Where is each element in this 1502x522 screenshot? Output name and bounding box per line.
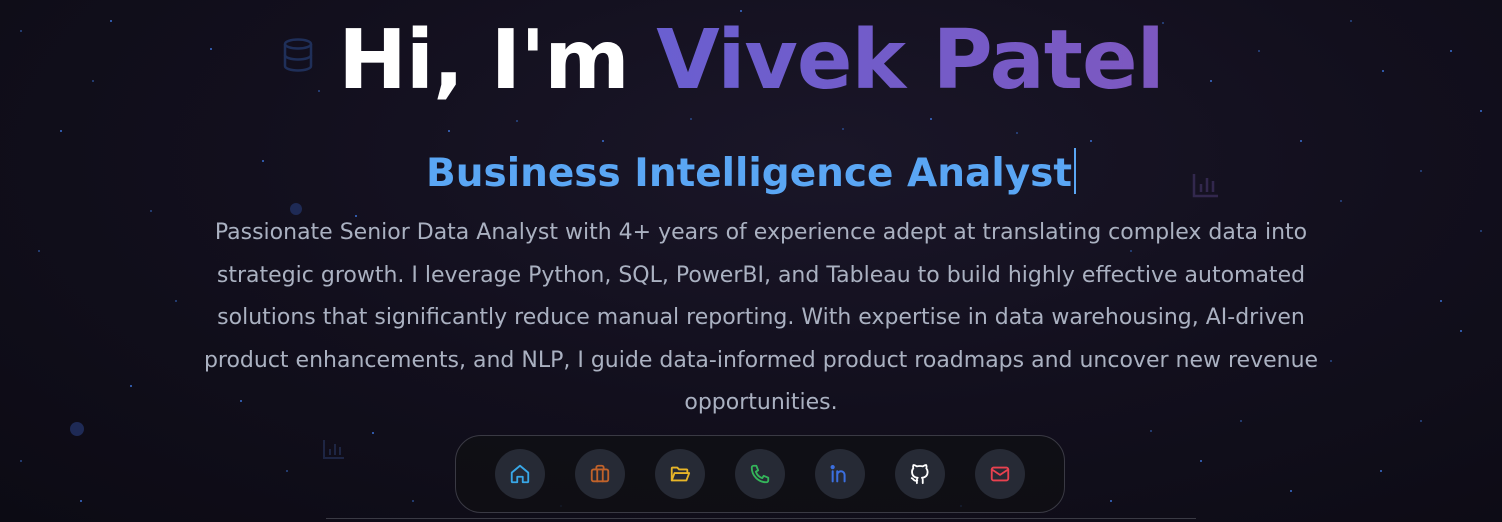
folder-open-icon [670, 466, 691, 482]
linkedin-icon [830, 465, 846, 483]
bar-chart-icon [323, 440, 344, 459]
home-button[interactable] [495, 449, 545, 499]
section-divider [326, 518, 1196, 519]
role-text: Business Intelligence Analyst [426, 151, 1072, 196]
greeting-text: Hi, I'm [338, 13, 657, 108]
github-icon [910, 464, 929, 485]
linkedin-button[interactable] [815, 449, 865, 499]
briefcase-icon [590, 464, 610, 483]
nav-dock [455, 435, 1065, 513]
mail-icon [990, 466, 1010, 482]
home-icon [510, 464, 530, 484]
email-button[interactable] [975, 449, 1025, 499]
projects-button[interactable] [655, 449, 705, 499]
role-typewriter: Business Intelligence Analyst [0, 146, 1502, 202]
phone-button[interactable] [735, 449, 785, 499]
intro-paragraph: Passionate Senior Data Analyst with 4+ y… [203, 220, 1319, 415]
github-button[interactable] [895, 449, 945, 499]
name-text: Vivek Patel [656, 13, 1164, 108]
typing-caret [1073, 148, 1076, 194]
phone-icon [750, 464, 770, 484]
experience-button[interactable] [575, 449, 625, 499]
hero-heading: Hi, I'm Vivek Patel [0, 6, 1502, 116]
